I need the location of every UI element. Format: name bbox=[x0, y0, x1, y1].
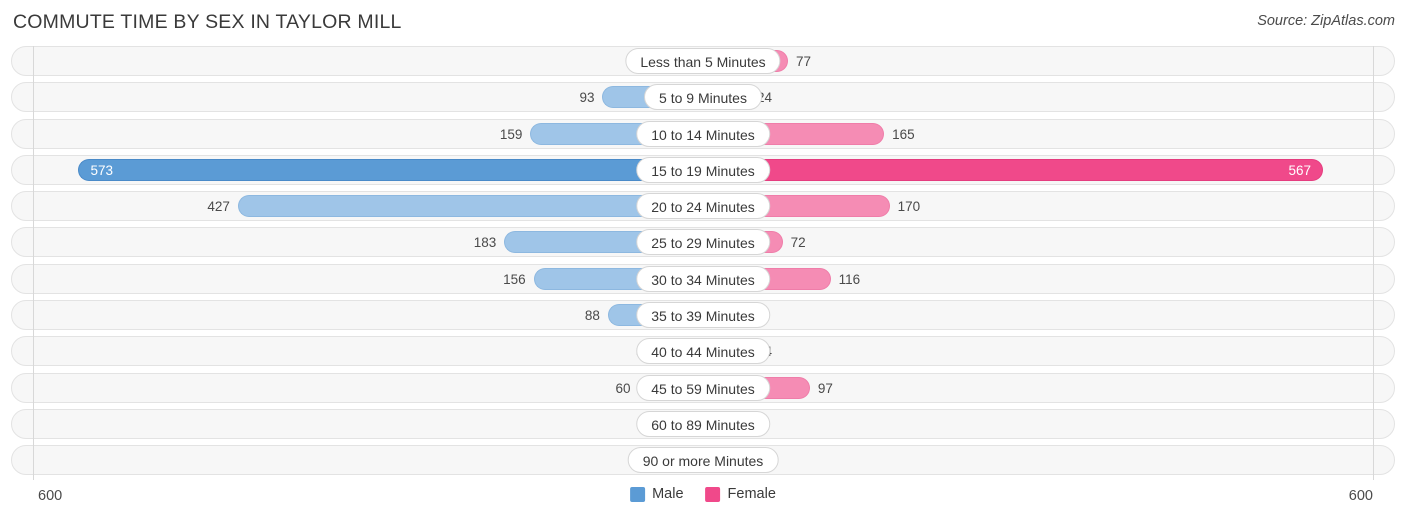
table-row[interactable]: 371440 to 44 Minutes bbox=[11, 336, 1395, 367]
male-value-label: 60 bbox=[615, 380, 631, 396]
female-value-label: 170 bbox=[897, 199, 921, 215]
row-inner: 93 24 5 to 9 Minutes bbox=[12, 83, 1394, 111]
chart-plot-area: 3077Less than 5 Minutes93245 to 9 Minute… bbox=[0, 46, 1406, 480]
category-label-pill: 25 to 29 Minutes bbox=[636, 229, 770, 256]
chart-header: COMMUTE TIME BY SEX IN TAYLOR MILL Sourc… bbox=[0, 0, 1406, 46]
table-row[interactable]: 3077Less than 5 Minutes bbox=[11, 46, 1395, 76]
category-label-pill: 30 to 34 Minutes bbox=[636, 265, 770, 292]
row-inner: 3077Less than 5 Minutes bbox=[12, 47, 1394, 75]
table-row[interactable]: 159 165 10 to 14 Minutes bbox=[11, 118, 1395, 149]
male-value-label: 156 bbox=[503, 271, 526, 287]
legend-label: Male bbox=[652, 486, 684, 502]
row-inner: 88035 to 39 Minutes bbox=[12, 301, 1394, 329]
female-value-label: 72 bbox=[790, 235, 806, 251]
female-value-label: 97 bbox=[817, 380, 833, 396]
row-inner: 0060 to 89 Minutes bbox=[12, 410, 1394, 438]
female-value-label: 116 bbox=[838, 271, 861, 287]
category-label-pill: 90 or more Minutes bbox=[627, 447, 779, 474]
category-label-pill: Less than 5 Minutes bbox=[625, 48, 781, 74]
female-value-label: 567 bbox=[1288, 162, 1311, 178]
row-inner: 371440 to 44 Minutes bbox=[12, 337, 1394, 365]
category-label-pill: 60 to 89 Minutes bbox=[636, 410, 770, 437]
male-value-label: 159 bbox=[499, 126, 523, 142]
table-row[interactable]: 183 72 25 to 29 Minutes bbox=[11, 227, 1395, 258]
category-label-pill: 45 to 59 Minutes bbox=[636, 374, 770, 401]
category-label-pill: 40 to 44 Minutes bbox=[636, 338, 770, 365]
male-value-label: 93 bbox=[579, 90, 595, 106]
legend-item-female[interactable]: Female bbox=[705, 486, 776, 502]
chart-legend: Male Female bbox=[630, 486, 776, 502]
category-label-pill: 10 to 14 Minutes bbox=[636, 120, 770, 147]
legend-item-male[interactable]: Male bbox=[630, 486, 684, 502]
category-label-pill: 15 to 19 Minutes bbox=[636, 156, 770, 183]
category-label-pill: 20 to 24 Minutes bbox=[636, 193, 770, 220]
table-row[interactable]: 93 24 5 to 9 Minutes bbox=[11, 82, 1395, 113]
chart-footer: 600 600 Male Female bbox=[0, 480, 1406, 523]
source-attribution: Source: ZipAtlas.com bbox=[1257, 13, 1395, 29]
table-row[interactable]: 0090 or more Minutes bbox=[11, 445, 1395, 476]
table-row[interactable]: 88035 to 39 Minutes bbox=[11, 300, 1395, 331]
legend-label: Female bbox=[727, 486, 776, 502]
axis-tick-right: 600 bbox=[1348, 488, 1373, 504]
page-title: COMMUTE TIME BY SEX IN TAYLOR MILL bbox=[13, 11, 402, 33]
legend-swatch-icon bbox=[630, 486, 646, 502]
row-inner: 159 165 10 to 14 Minutes bbox=[12, 120, 1394, 148]
male-value-label: 427 bbox=[207, 199, 230, 215]
table-row[interactable]: 156 116 30 to 34 Minutes bbox=[11, 263, 1395, 294]
table-row[interactable]: 60 97 45 to 59 Minutes bbox=[11, 372, 1395, 403]
male-bar[interactable] bbox=[237, 195, 704, 218]
male-value-label: 573 bbox=[90, 162, 113, 178]
female-bar[interactable] bbox=[704, 158, 1323, 181]
axis-line-right bbox=[1373, 46, 1374, 480]
row-inner: 156 116 30 to 34 Minutes bbox=[12, 265, 1394, 293]
female-value-label: 165 bbox=[892, 126, 915, 142]
axis-line-left bbox=[33, 46, 34, 480]
row-inner: 427 170 20 to 24 Minutes bbox=[12, 192, 1394, 220]
row-inner: 183 72 25 to 29 Minutes bbox=[12, 228, 1394, 256]
row-inner: 60 97 45 to 59 Minutes bbox=[12, 374, 1394, 402]
male-bar[interactable] bbox=[78, 158, 704, 181]
female-value-label: 77 bbox=[796, 54, 812, 69]
bar-rows-container: 3077Less than 5 Minutes93245 to 9 Minute… bbox=[0, 46, 1406, 482]
row-inner: 573 567 15 to 19 Minutes bbox=[12, 156, 1394, 184]
male-value-label: 88 bbox=[584, 308, 600, 324]
category-label-pill: 5 to 9 Minutes bbox=[644, 84, 762, 111]
row-inner: 0090 or more Minutes bbox=[12, 446, 1394, 474]
category-label-pill: 35 to 39 Minutes bbox=[636, 302, 770, 329]
male-value-label: 183 bbox=[473, 235, 497, 251]
table-row[interactable]: 573 567 15 to 19 Minutes bbox=[11, 154, 1395, 185]
table-row[interactable]: 427 170 20 to 24 Minutes bbox=[11, 191, 1395, 222]
legend-swatch-icon bbox=[705, 486, 721, 502]
axis-tick-left: 600 bbox=[38, 488, 63, 504]
table-row[interactable]: 0060 to 89 Minutes bbox=[11, 408, 1395, 439]
